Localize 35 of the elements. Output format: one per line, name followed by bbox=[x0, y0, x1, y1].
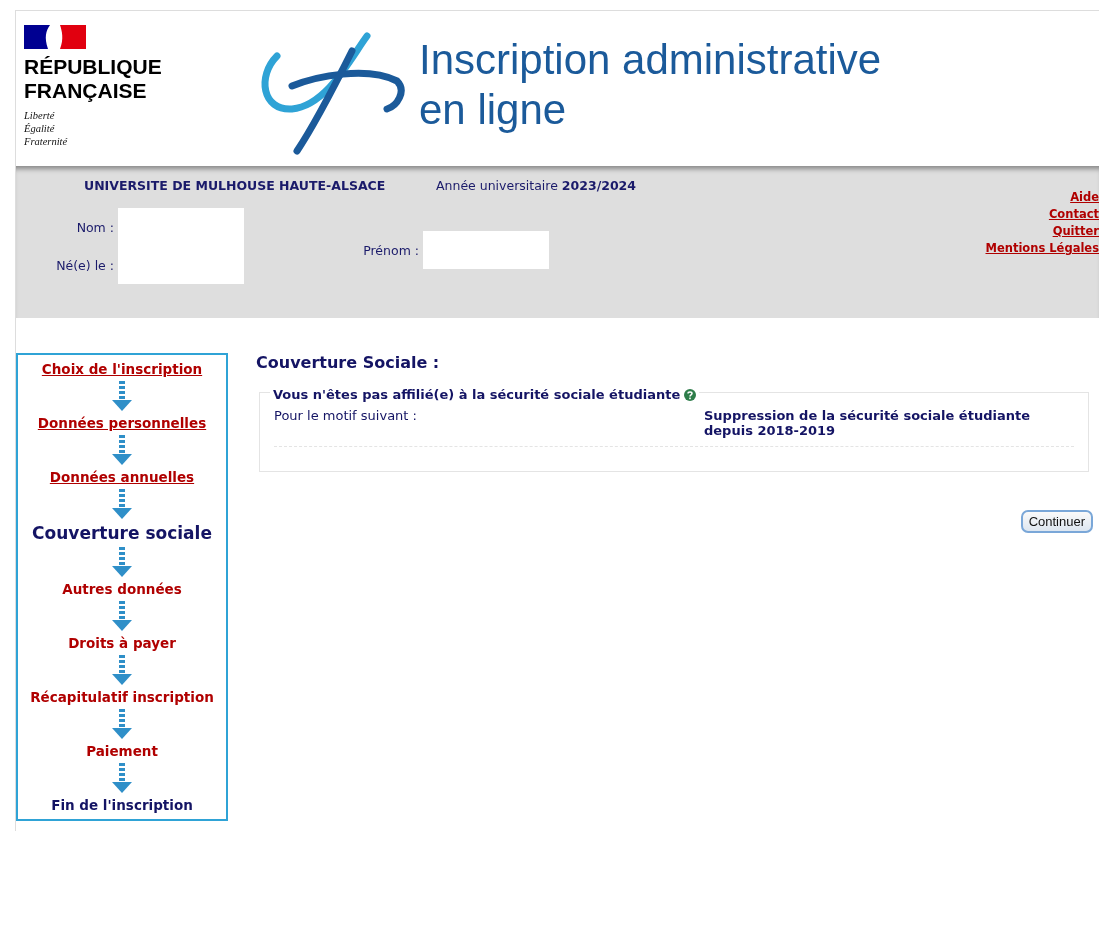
site-title: Inscription administrative en ligne bbox=[419, 35, 882, 135]
fieldset-legend: Vous n'êtes pas affilié(e) à la sécurité sociale étudiante bbox=[273, 387, 681, 402]
help-icon[interactable] bbox=[684, 388, 697, 401]
step-label: Droits à payer bbox=[68, 635, 176, 651]
step-label: Autres données bbox=[62, 581, 182, 597]
header-link[interactable]: Mentions Légales bbox=[985, 241, 1099, 255]
section-heading: Couverture Sociale : bbox=[256, 353, 441, 372]
down-arrow-icon bbox=[112, 655, 132, 685]
field-label: Prénom : bbox=[362, 242, 419, 258]
header-link[interactable]: Quitter bbox=[1052, 224, 1099, 238]
university-name: UNIVERSITE DE MULHOUSE HAUTE-ALSACE bbox=[83, 178, 387, 194]
motto: Liberté Égalité Fraternité bbox=[24, 109, 69, 148]
republic-name: RÉPUBLIQUE FRANÇAISE bbox=[24, 55, 163, 103]
header-link[interactable]: Contact bbox=[1048, 207, 1099, 221]
down-arrow-icon bbox=[112, 489, 132, 519]
step-label[interactable]: Choix de l'inscription bbox=[41, 361, 203, 377]
step-label: Fin de l'inscription bbox=[51, 797, 193, 813]
field-label: Pour le motif suivant : bbox=[274, 408, 418, 425]
step-label: Couverture sociale bbox=[32, 523, 212, 543]
step-label[interactable]: Données annuelles bbox=[49, 469, 195, 485]
down-arrow-icon bbox=[112, 381, 132, 411]
down-arrow-icon bbox=[112, 547, 132, 577]
flag-icon bbox=[24, 25, 86, 49]
continue-button[interactable]: Continuer bbox=[1020, 510, 1093, 533]
step-label: Paiement bbox=[86, 743, 158, 759]
field-value: Suppression de la sécurité sociale étudiante depuis 2018-2019 bbox=[704, 408, 1031, 438]
header-link[interactable]: Aide bbox=[1070, 190, 1099, 204]
step-label: Récapitulatif inscription bbox=[30, 689, 214, 705]
down-arrow-icon bbox=[112, 763, 132, 793]
field-label: Nom : bbox=[75, 219, 114, 235]
step-label[interactable]: Données personnelles bbox=[37, 415, 207, 431]
down-arrow-icon bbox=[112, 435, 132, 465]
down-arrow-icon bbox=[112, 709, 132, 739]
field-label: Né(e) le : bbox=[55, 257, 114, 273]
down-arrow-icon bbox=[112, 601, 132, 631]
